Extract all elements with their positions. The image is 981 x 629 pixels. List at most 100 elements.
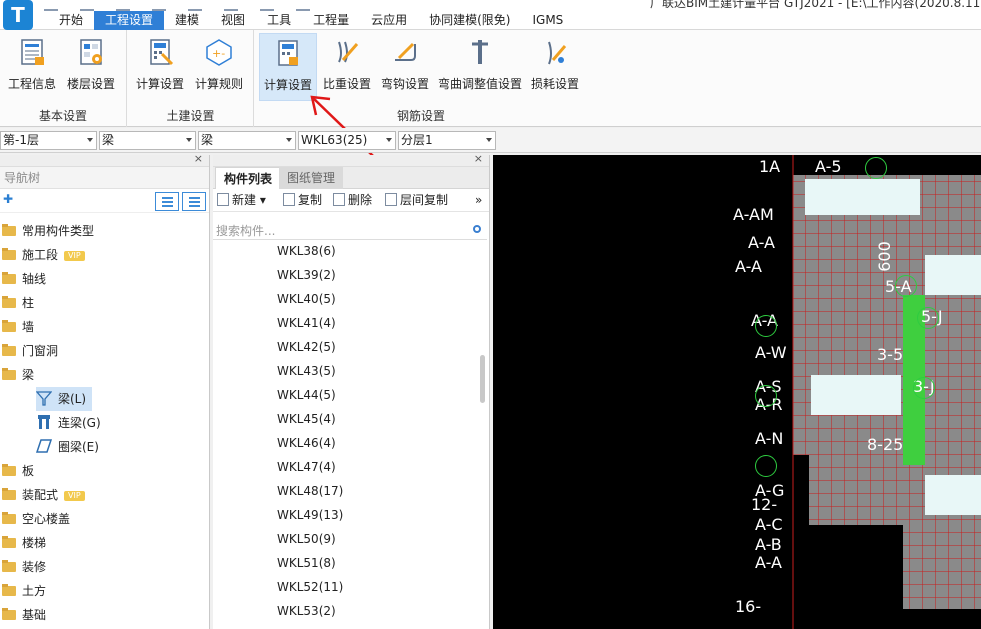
cad-label: 600 [874, 241, 894, 272]
cad-label: A-A [735, 257, 762, 276]
tree-item-earthwork[interactable]: 土方 [2, 579, 46, 603]
app-logo[interactable]: T [3, 0, 33, 30]
list-item[interactable]: WKL44(5) [277, 383, 336, 407]
copy-icon [283, 193, 295, 206]
component-type-select[interactable]: 梁 [99, 131, 196, 150]
tree-item-beam-l[interactable]: 梁(L) [36, 387, 93, 411]
list-scrollbar[interactable] [480, 355, 485, 403]
tree-item-slab[interactable]: 板 [2, 459, 34, 483]
floor-select[interactable]: 第-1层 [0, 131, 97, 150]
chevron-down-icon [87, 138, 93, 142]
folder-icon [2, 296, 16, 308]
detail-view-icon [189, 197, 200, 199]
close-icon[interactable]: × [474, 152, 483, 165]
list-item[interactable]: WKL51(8) [277, 551, 336, 575]
list-item[interactable]: WKL48(17) [277, 479, 343, 503]
menu-tools[interactable]: 工具 [256, 11, 302, 30]
axis-marker [917, 307, 939, 329]
list-toolbar: 新建 ▾ 复制 删除 层间复制 » [213, 189, 489, 212]
tree-item-ring-beam[interactable]: 圈梁(E) [36, 435, 105, 459]
drawing-canvas[interactable]: A-AM A-A A-A A-A A-W A-S A-R A-N A-G A-C… [493, 155, 981, 629]
copy-button[interactable]: 复制 [283, 192, 322, 209]
tree-item-beam[interactable]: 梁 [2, 363, 34, 387]
folder-open-icon [2, 368, 16, 380]
tree-item-prefabricated[interactable]: 装配式 VIP [2, 483, 85, 507]
chevron-down-icon [286, 138, 292, 142]
ring-beam-icon [36, 439, 52, 453]
tree-item-decoration[interactable]: 装修 [2, 555, 46, 579]
list-item[interactable]: WKL49(13) [277, 503, 343, 527]
list-item[interactable]: WKL42(5) [277, 335, 336, 359]
list-item[interactable]: WKL43(5) [277, 359, 336, 383]
layer-select[interactable]: 分层1 [398, 131, 496, 150]
folder-icon [2, 512, 16, 524]
tree-item-stairs[interactable]: 楼梯 [2, 531, 46, 555]
cad-label: 8-25 [867, 435, 904, 454]
list-item[interactable]: WKL45(4) [277, 407, 336, 431]
list-item[interactable]: WKL52(11) [277, 575, 343, 599]
civil-calc-settings-button[interactable]: 计算设置 [132, 33, 188, 101]
component-select[interactable]: WKL63(25) [298, 131, 396, 150]
menu-start[interactable]: 开始 [48, 11, 94, 30]
tab-component-list[interactable]: 构件列表 [215, 167, 282, 189]
quick-access-toolbar[interactable] [44, 0, 364, 11]
cad-label: A-N [755, 429, 784, 448]
detail-view-button[interactable] [182, 192, 206, 211]
menu-modeling[interactable]: 建模 [164, 11, 210, 30]
menu-cloud[interactable]: 云应用 [360, 11, 418, 30]
tree-item-column[interactable]: 柱 [2, 291, 34, 315]
copy-between-floors-button[interactable]: 层间复制 [385, 192, 448, 209]
tab-drawing-management[interactable]: 图纸管理 [279, 167, 344, 189]
title-bar: T 广联达BIM土建计量平台 GTJ2021 - [E:\工作内容(2020.8… [0, 0, 981, 30]
vip-badge: VIP [64, 251, 85, 261]
new-component-button[interactable]: 新建 ▾ [217, 192, 266, 209]
add-icon[interactable]: ✚ [3, 192, 13, 206]
floor-copy-icon [385, 193, 397, 206]
list-item[interactable]: WKL40(5) [277, 287, 336, 311]
tree-item-coupling-beam[interactable]: 连梁(G) [36, 411, 107, 435]
tree-item-door-window[interactable]: 门窗洞 [2, 339, 58, 363]
more-tools-button[interactable]: » [475, 192, 482, 209]
search-icon[interactable] [473, 225, 481, 233]
window-title: 广联达BIM土建计量平台 GTJ2021 - [E:\工作内容(2020.8.1… [650, 0, 981, 10]
search-input[interactable]: 搜索构件... [213, 223, 487, 240]
list-item[interactable]: WKL38(6) [277, 239, 336, 263]
component-subtype-select[interactable]: 梁 [198, 131, 296, 150]
loss-settings-button[interactable]: 损耗设置 [527, 33, 583, 101]
folder-icon [2, 248, 16, 260]
svg-text:+-: +- [212, 47, 225, 60]
tree-item-axis[interactable]: 轴线 [2, 267, 46, 291]
delete-button[interactable]: 删除 [333, 192, 372, 209]
calc-settings-icon [150, 39, 174, 66]
ribbon-group-basic: 工程信息 楼层设置 基本设置 [0, 30, 127, 127]
list-item[interactable]: WKL53(2) [277, 599, 336, 623]
folder-icon [2, 488, 16, 500]
project-info-button[interactable]: 工程信息 [4, 33, 60, 101]
tree-item-construction-section[interactable]: 施工段 VIP [2, 243, 85, 267]
menu-project-settings[interactable]: 工程设置 [94, 11, 165, 30]
tree-item-wall[interactable]: 墙 [2, 315, 34, 339]
ribbon-group-civil: 计算设置 +- 计算规则 土建设置 [128, 30, 254, 127]
menu-quantity[interactable]: 工程量 [302, 11, 360, 30]
tree-item-common-types[interactable]: 常用构件类型 [2, 219, 94, 243]
close-icon[interactable]: × [194, 152, 203, 165]
cad-label: A-A [755, 553, 782, 572]
list-item[interactable]: WKL47(4) [277, 455, 336, 479]
menu-collab-modeling[interactable]: 协同建模(限免) [418, 11, 521, 30]
menu-view[interactable]: 视图 [210, 11, 256, 30]
delete-icon [333, 193, 345, 206]
list-view-button[interactable] [155, 192, 179, 211]
tree-item-foundation[interactable]: 基础 [2, 603, 46, 627]
ribbon-group-label-basic: 基本设置 [38, 109, 87, 123]
calc-rules-button[interactable]: +- 计算规则 [190, 33, 248, 101]
tree-item-hollow-floor[interactable]: 空心楼盖 [2, 507, 70, 531]
menu-igms[interactable]: IGMS [521, 11, 574, 30]
list-item[interactable]: WKL41(4) [277, 311, 336, 335]
cad-label: A-A [748, 233, 775, 252]
floor-settings-button[interactable]: 楼层设置 [62, 33, 120, 101]
list-item[interactable]: WKL50(9) [277, 527, 336, 551]
list-item[interactable]: WKL46(4) [277, 431, 336, 455]
list-item[interactable]: WKL39(2) [277, 263, 336, 287]
axis-marker [755, 315, 777, 337]
axis-marker [913, 377, 935, 399]
